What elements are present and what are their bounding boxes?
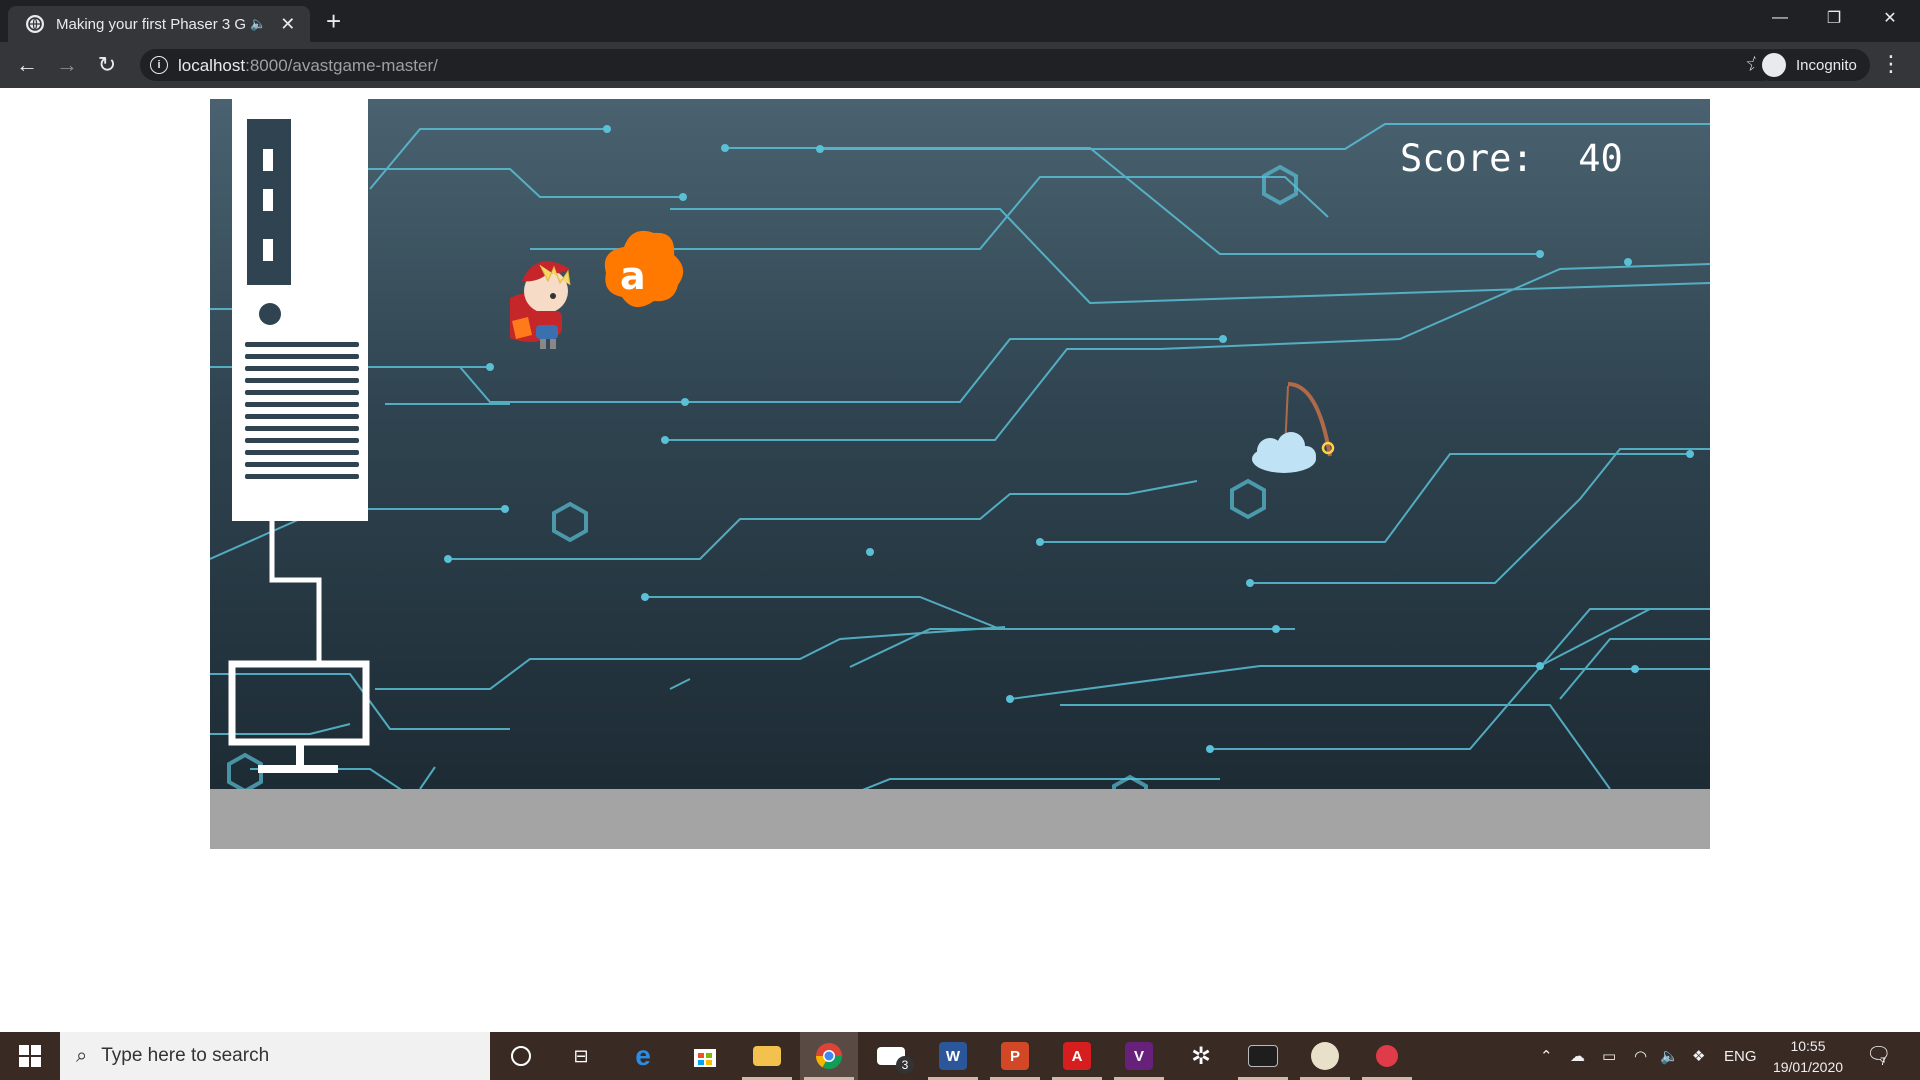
language-indicator[interactable]: ENG xyxy=(1724,1032,1757,1080)
mail-badge: 3 xyxy=(896,1056,914,1074)
dropbox-icon[interactable]: ❖ xyxy=(1692,1032,1705,1080)
player-character xyxy=(510,261,571,349)
incognito-profile-button[interactable]: Incognito xyxy=(1754,49,1870,81)
cortana-icon[interactable] xyxy=(492,1032,550,1080)
site-info-icon[interactable]: i xyxy=(150,56,168,74)
back-button[interactable]: ← xyxy=(12,50,42,80)
settings-app-icon[interactable]: ✲ xyxy=(1172,1032,1230,1080)
close-tab-icon[interactable]: ✕ xyxy=(280,14,295,35)
wifi-icon[interactable]: ◠ xyxy=(1634,1032,1647,1080)
powerpoint-icon[interactable]: P xyxy=(986,1032,1044,1080)
task-view-icon[interactable]: ⊟ xyxy=(552,1032,610,1080)
close-window-button[interactable]: ✕ xyxy=(1862,0,1918,36)
fishing-cloud-enemy xyxy=(1252,382,1335,473)
notification-count: 7 xyxy=(1880,1056,1887,1068)
restore-window-button[interactable]: ❐ xyxy=(1806,0,1862,36)
score-display: Score: 40 xyxy=(1400,137,1623,180)
show-hidden-icons[interactable]: ⌃ xyxy=(1540,1032,1553,1080)
search-placeholder: Type here to search xyxy=(101,1045,270,1066)
tab-title: Making your first Phaser 3 Game xyxy=(56,15,246,33)
battery-icon[interactable]: ▭ xyxy=(1602,1032,1616,1080)
search-icon: ⌕ xyxy=(76,1044,88,1067)
taskbar-search-box[interactable]: ⌕ Type here to search xyxy=(60,1032,490,1080)
forward-button[interactable]: → xyxy=(52,50,82,80)
browser-titlebar: Making your first Phaser 3 Game 🔈 ✕ + — … xyxy=(0,0,1920,42)
game-canvas[interactable]: a Score: 40 xyxy=(210,99,1710,789)
paint-icon[interactable] xyxy=(1296,1032,1354,1080)
clock-time: 10:55 xyxy=(1790,1038,1826,1054)
mail-icon[interactable]: 3 xyxy=(862,1032,920,1080)
game-ground xyxy=(210,789,1710,849)
address-bar[interactable]: i localhost:8000/avastgame-master/ ☆ xyxy=(140,49,1778,81)
url-text: localhost:8000/avastgame-master/ xyxy=(178,56,438,75)
word-icon[interactable]: W xyxy=(924,1032,982,1080)
monitor-icon xyxy=(228,660,370,773)
minimize-window-button[interactable]: — xyxy=(1752,0,1808,36)
start-button[interactable] xyxy=(0,1032,60,1080)
browser-toolbar: ← → ↻ i localhost:8000/avastgame-master/… xyxy=(0,42,1920,88)
new-tab-button[interactable]: + xyxy=(326,6,341,36)
reload-button[interactable]: ↻ xyxy=(92,50,122,80)
windows-logo-icon xyxy=(19,1045,41,1067)
avast-logo-icon: a xyxy=(604,230,684,308)
incognito-label: Incognito xyxy=(1796,56,1857,74)
browser-tab[interactable]: Making your first Phaser 3 Game 🔈 ✕ xyxy=(8,6,310,42)
store-icon[interactable] xyxy=(676,1032,734,1080)
volume-icon[interactable]: 🔈 xyxy=(1660,1032,1679,1080)
file-explorer-icon[interactable] xyxy=(738,1032,796,1080)
svg-text:a: a xyxy=(620,254,646,298)
action-center-icon[interactable]: 🗨 7 xyxy=(1866,1042,1894,1070)
globe-icon xyxy=(26,15,44,33)
server-tower-icon xyxy=(232,99,368,662)
snip-icon[interactable] xyxy=(1358,1032,1416,1080)
system-clock[interactable]: 10:55 19/01/2020 xyxy=(1764,1036,1852,1078)
chrome-icon[interactable] xyxy=(800,1032,858,1080)
browser-menu-icon[interactable]: ⋮ xyxy=(1880,52,1902,76)
incognito-icon xyxy=(1762,53,1786,77)
audio-playing-icon[interactable]: 🔈 xyxy=(250,16,266,32)
circuit-background: a xyxy=(210,99,1710,789)
terminal-icon[interactable] xyxy=(1234,1032,1292,1080)
visual-studio-icon[interactable]: V xyxy=(1110,1032,1168,1080)
acrobat-icon[interactable]: A xyxy=(1048,1032,1106,1080)
edge-icon[interactable]: e xyxy=(614,1032,672,1080)
windows-taskbar: ⌕ Type here to search ⊟ e 3 W P A V ✲ ⌃ … xyxy=(0,1032,1920,1080)
hexagon-decoration xyxy=(1262,164,1298,206)
clock-date: 19/01/2020 xyxy=(1772,1059,1844,1075)
onedrive-icon[interactable]: ☁ xyxy=(1570,1032,1585,1080)
